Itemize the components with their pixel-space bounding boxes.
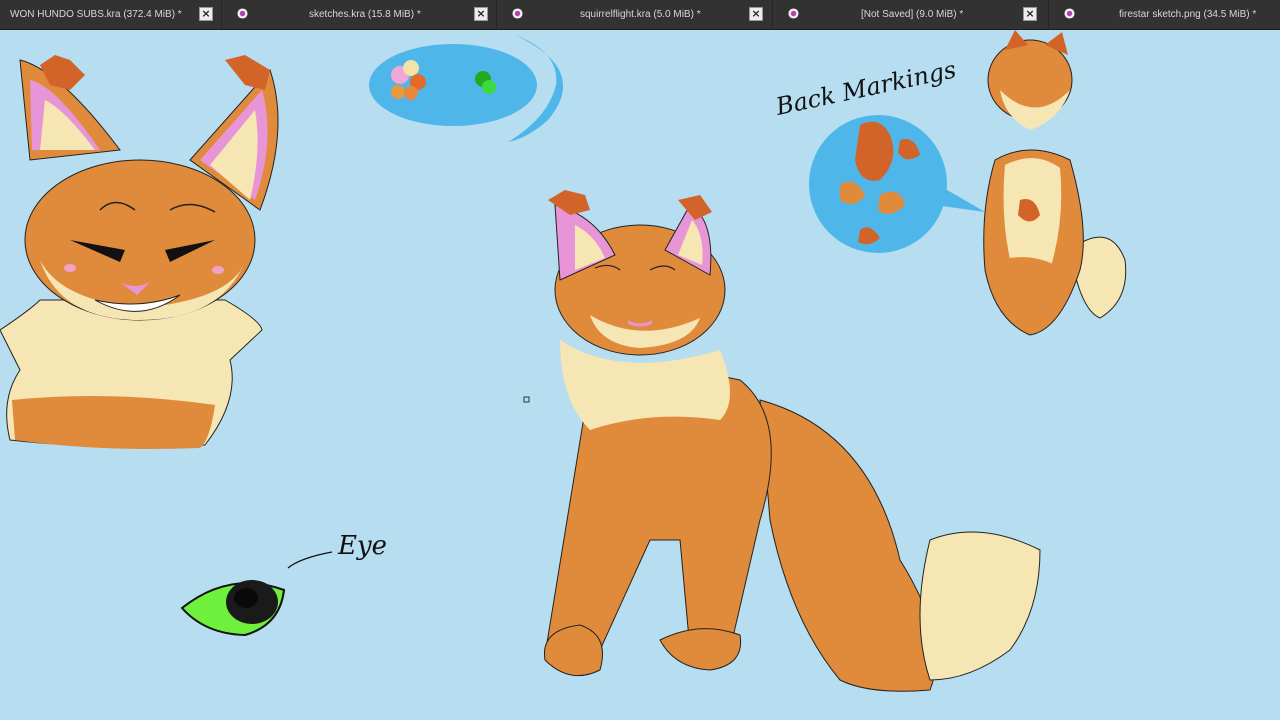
tab-close-button[interactable]: ×: [1023, 7, 1037, 21]
tab-won-hundo-subs[interactable]: WON HUNDO SUBS.kra (372.4 MiB) * ×: [0, 0, 222, 29]
document-tab-bar: WON HUNDO SUBS.kra (372.4 MiB) * × sketc…: [0, 0, 1280, 30]
tab-squirrelflight[interactable]: squirrelflight.kra (5.0 MiB) * ×: [497, 0, 773, 29]
krita-icon: [512, 8, 523, 19]
tab-label: WON HUNDO SUBS.kra (372.4 MiB) *: [10, 9, 182, 20]
tab-label: squirrelflight.kra (5.0 MiB) *: [580, 9, 701, 20]
tab-close-button[interactable]: ×: [474, 7, 488, 21]
krita-icon: [1064, 8, 1075, 19]
tab-close-button[interactable]: ×: [199, 7, 213, 21]
tab-label: firestar sketch.png (34.5 MiB) *: [1119, 9, 1257, 20]
eye-annotation: Eye: [337, 531, 387, 561]
krita-icon: [788, 8, 799, 19]
tab-firestar-sketch[interactable]: firestar sketch.png (34.5 MiB) *: [1049, 0, 1280, 29]
krita-icon: [237, 8, 248, 19]
tab-label: [Not Saved] (9.0 MiB) *: [861, 9, 964, 20]
tab-label: sketches.kra (15.8 MiB) *: [309, 9, 421, 20]
drawing-canvas[interactable]: Eye Back Markings: [0, 30, 1280, 720]
tab-close-button[interactable]: ×: [749, 7, 763, 21]
tab-not-saved[interactable]: [Not Saved] (9.0 MiB) * ×: [773, 0, 1049, 29]
tab-sketches[interactable]: sketches.kra (15.8 MiB) * ×: [222, 0, 497, 29]
